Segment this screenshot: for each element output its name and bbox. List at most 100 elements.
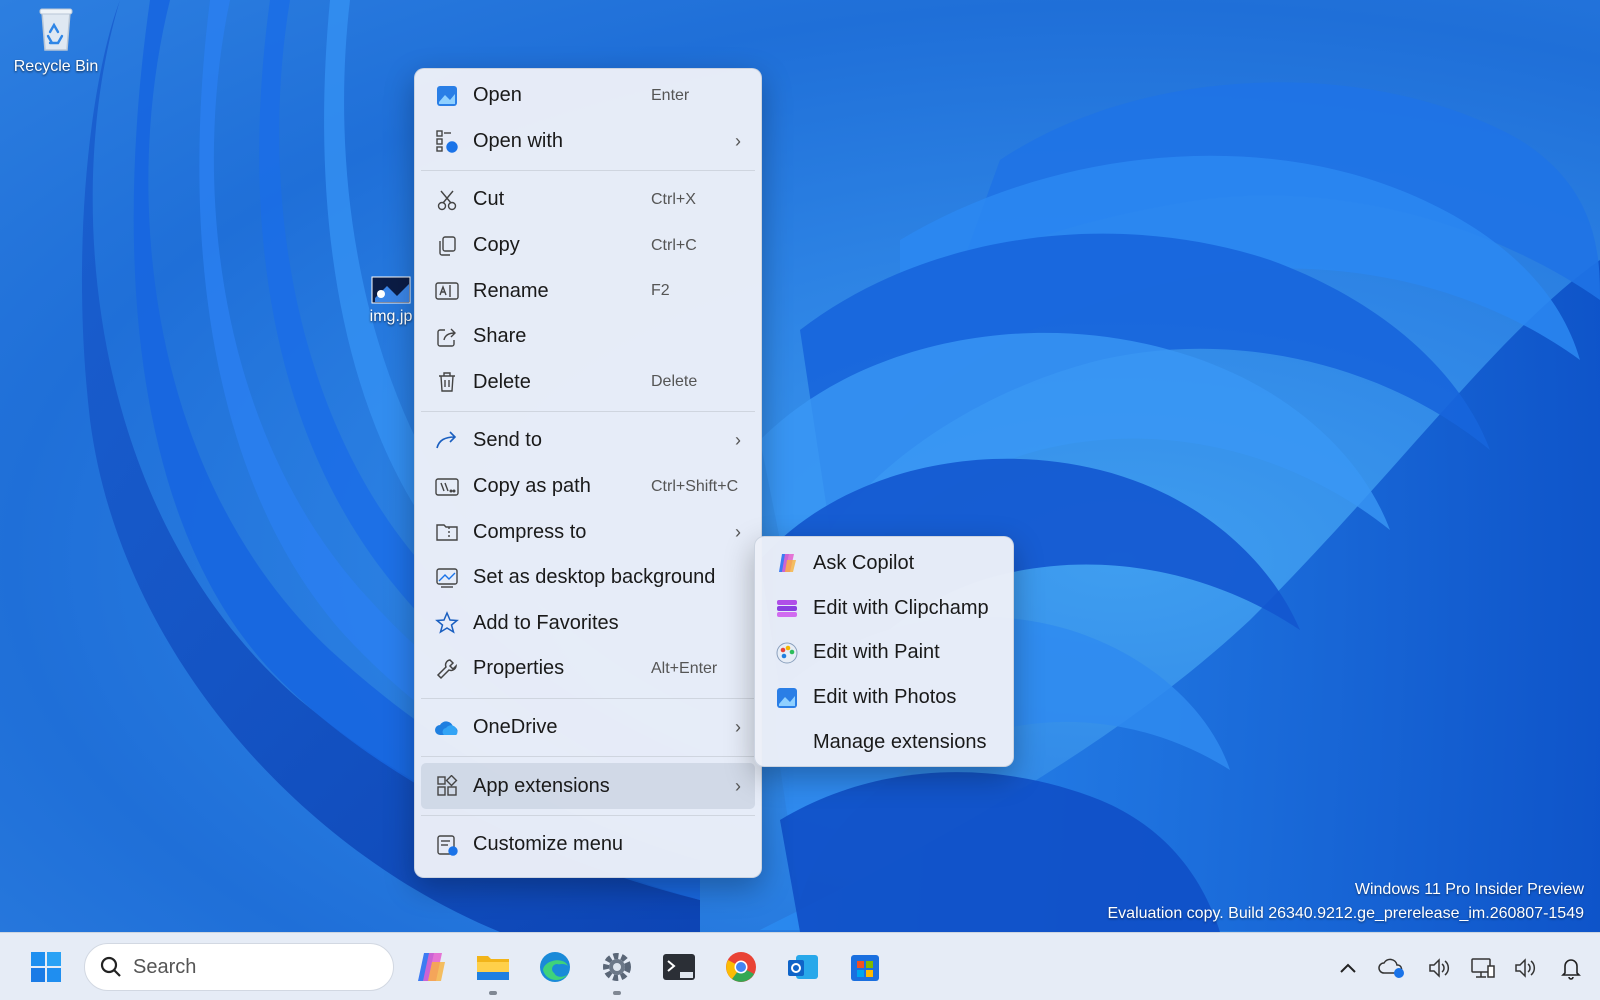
menu-item-properties[interactable]: Properties Alt+Enter <box>421 646 755 692</box>
wrench-icon <box>433 655 461 683</box>
share-icon <box>433 323 461 351</box>
terminal-preview-icon <box>663 954 695 980</box>
recycle-bin-icon <box>39 8 73 51</box>
recycle-bin-desktop-icon[interactable]: Recycle Bin <box>8 6 104 76</box>
copilot-icon <box>418 953 445 981</box>
tray-notifications[interactable] <box>1556 953 1586 983</box>
taskbar-outlook[interactable] <box>783 947 823 987</box>
menu-item-label: Rename <box>473 279 549 302</box>
network-icon <box>1471 958 1495 978</box>
evaluation-watermark: Windows 11 Pro Insider Preview Evaluatio… <box>1108 878 1585 926</box>
menu-item-cut[interactable]: Cut Ctrl+X <box>421 177 755 223</box>
menu-item-label: Open <box>473 84 522 107</box>
file-explorer-icon <box>477 956 509 980</box>
menu-item-open[interactable]: Open Enter <box>421 73 755 119</box>
menu-item-label: Share <box>473 325 527 348</box>
menu-item-shortcut: Alt+Enter <box>651 659 718 677</box>
customize-icon <box>433 831 461 859</box>
context-menu: Open Enter Open with › Cut Ctrl+X Copy C… <box>414 68 762 878</box>
menu-item-app-extensions[interactable]: App extensions › <box>421 763 755 809</box>
menu-item-onedrive[interactable]: OneDrive › <box>421 705 755 751</box>
menu-item-label: App extensions <box>473 774 610 797</box>
menu-item-shortcut: F2 <box>651 282 670 300</box>
menu-item-label: OneDrive <box>473 716 558 739</box>
wallpaper-icon <box>433 564 461 592</box>
store-icon <box>851 955 879 981</box>
running-indicator <box>613 991 621 995</box>
menu-item-compress-to[interactable]: Compress to › <box>421 509 755 555</box>
outlook-icon <box>788 955 818 979</box>
menu-item-label: Send to <box>473 429 542 452</box>
submenu-item-label: Edit with Photos <box>813 686 957 709</box>
tray-volume[interactable] <box>1424 953 1454 983</box>
menu-item-label: Customize menu <box>473 833 624 856</box>
zip-folder-icon <box>433 518 461 546</box>
taskbar-store[interactable] <box>845 947 885 987</box>
menu-item-label: Cut <box>473 188 505 211</box>
chevron-up-icon <box>1340 963 1356 973</box>
windows-logo-icon <box>31 952 61 982</box>
menu-item-label: Compress to <box>473 520 587 543</box>
menu-item-customize-menu[interactable]: Customize menu <box>421 822 755 868</box>
menu-separator <box>421 814 755 816</box>
settings-icon <box>603 953 631 981</box>
taskbar-edge[interactable] <box>535 947 575 987</box>
menu-item-rename[interactable]: Rename F2 <box>421 268 755 314</box>
paint-palette-icon <box>775 641 799 665</box>
menu-item-send-to[interactable]: Send to › <box>421 418 755 464</box>
chevron-right-icon: › <box>735 775 741 796</box>
tray-onedrive[interactable] <box>1377 953 1407 983</box>
search-input[interactable] <box>133 955 363 979</box>
taskbar-search-box[interactable] <box>84 943 394 991</box>
taskbar-terminal-preview[interactable] <box>659 947 699 987</box>
send-to-icon <box>433 427 461 455</box>
photos-icon <box>775 686 799 710</box>
open-with-icon <box>433 127 461 155</box>
submenu-item-edit-with-photos[interactable]: Edit with Photos <box>761 675 1007 720</box>
menu-item-delete[interactable]: Delete Delete <box>421 360 755 406</box>
tray-network[interactable] <box>1468 953 1498 983</box>
image-file-label: img.jp <box>369 308 413 325</box>
chevron-right-icon: › <box>735 717 741 738</box>
taskbar-file-explorer[interactable] <box>473 947 513 995</box>
image-thumbnail-icon <box>371 276 411 304</box>
menu-item-share[interactable]: Share <box>421 314 755 360</box>
show-hidden-icons-button[interactable] <box>1333 953 1363 983</box>
chrome-icon <box>726 952 756 982</box>
photos-icon <box>433 82 461 110</box>
edge-icon <box>540 952 570 982</box>
menu-item-label: Copy <box>473 234 520 257</box>
menu-item-open-with[interactable]: Open with › <box>421 119 755 165</box>
star-icon <box>433 609 461 637</box>
wallpaper-bloom <box>81 0 1600 932</box>
clipchamp-icon <box>775 596 799 620</box>
search-icon <box>100 956 121 977</box>
menu-separator <box>421 411 755 413</box>
menu-item-copy[interactable]: Copy Ctrl+C <box>421 223 755 269</box>
menu-item-label: Delete <box>473 370 531 393</box>
menu-item-set-desktop-background[interactable]: Set as desktop background <box>421 555 755 601</box>
desktop[interactable]: Recycle Bin img.jp Windows 11 Pro Inside… <box>0 0 1600 932</box>
menu-item-copy-as-path[interactable]: Copy as path Ctrl+Shift+C <box>421 464 755 510</box>
menu-item-shortcut: Ctrl+C <box>651 236 697 254</box>
taskbar-settings[interactable] <box>597 947 637 995</box>
start-button[interactable] <box>26 947 66 987</box>
notification-icon <box>1561 959 1581 980</box>
submenu-item-label: Edit with Paint <box>813 641 940 664</box>
submenu-item-manage-extensions[interactable]: Manage extensions <box>761 720 1007 765</box>
watermark-line-edition: Windows 11 Pro Insider Preview <box>1354 881 1584 898</box>
chevron-right-icon: › <box>735 521 741 542</box>
menu-item-add-to-favorites[interactable]: Add to Favorites <box>421 601 755 647</box>
path-icon <box>433 473 461 501</box>
submenu-item-edit-with-paint[interactable]: Edit with Paint <box>761 631 1007 676</box>
menu-separator <box>421 756 755 758</box>
copy-icon <box>433 232 461 260</box>
submenu-item-ask-copilot[interactable]: Ask Copilot <box>761 541 1007 586</box>
tray-speaker[interactable] <box>1510 953 1540 983</box>
chevron-right-icon: › <box>735 430 741 451</box>
menu-item-label: Open with <box>473 129 564 152</box>
taskbar-chrome[interactable] <box>721 947 761 987</box>
submenu-item-edit-with-clipchamp[interactable]: Edit with Clipchamp <box>761 586 1007 631</box>
taskbar-copilot[interactable] <box>411 947 451 987</box>
menu-separator <box>421 170 755 172</box>
